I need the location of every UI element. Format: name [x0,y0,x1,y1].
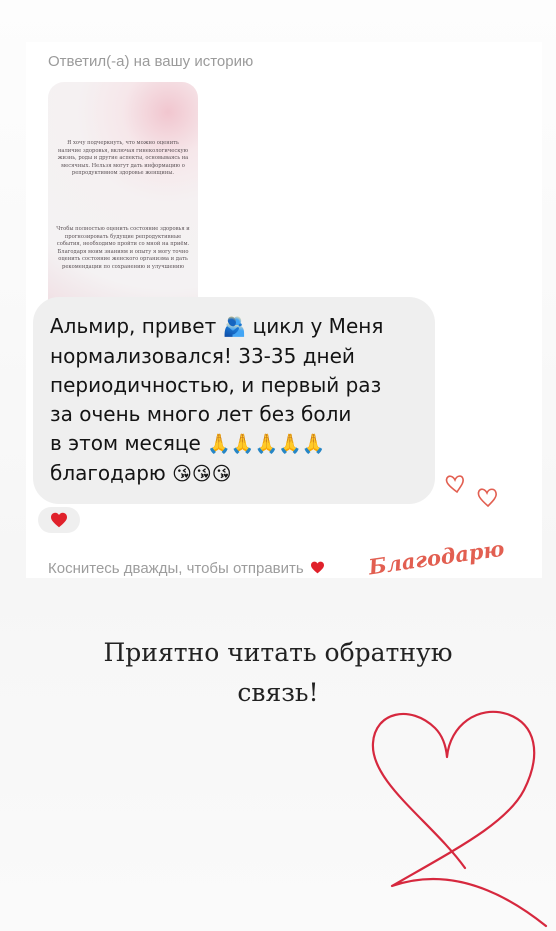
message-line: Альмир, привет 🫂 цикл у Меня [50,314,384,338]
heart-reaction[interactable] [38,507,80,533]
people-hugging-emoji: 🫂 [222,316,247,338]
double-tap-to-send-hint[interactable]: Коснитесь дважды, чтобы отправить [48,560,325,577]
story-text-paragraph: Я хочу подчеркнуть, что можно оценить на… [57,140,189,176]
story-text-paragraph: Чтобы полностью оценить состояние здоров… [56,226,190,270]
kiss-face-emoji: 😘😘😘 [172,463,232,485]
message-line: нормализовался! 33-35 дней [50,344,355,368]
message-line: благодарю 😘😘😘 [50,461,232,485]
thanks-sticker: Благодарю [366,535,506,580]
message-bubble[interactable]: Альмир, привет 🫂 цикл у Меня нормализова… [33,297,435,504]
message-line: в этом месяце 🙏🙏🙏🙏🙏 [50,431,326,455]
replied-to-story-label: Ответил(-а) на вашу историю [48,53,254,70]
message-line: периодичностью, и первый раз [50,373,382,397]
hearts-doodle-icon [445,475,497,508]
heart-icon [51,512,67,528]
message-line: за очень много лет без боли [50,402,352,426]
scribble-heart-icon [371,710,548,928]
heart-icon [310,561,324,574]
praying-hands-emoji: 🙏🙏🙏🙏🙏 [207,433,326,455]
caption-line: Приятно читать обратную [103,638,453,667]
